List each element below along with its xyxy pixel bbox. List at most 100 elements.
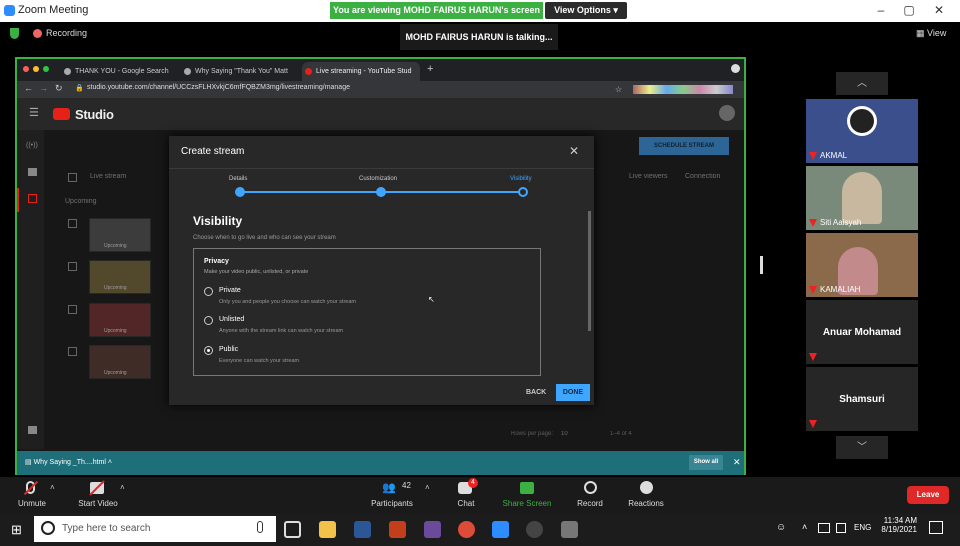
browser-tab-google[interactable]: THANK YOU - Google Search — [61, 62, 177, 81]
stream-thumbnail[interactable]: Upcoming — [89, 345, 151, 379]
radio-unlisted[interactable] — [204, 316, 213, 325]
forward-arrow-icon[interactable]: → — [39, 83, 48, 93]
url-field[interactable]: studio.youtube.com/channel/UCCzsFLHXvkjC… — [87, 84, 350, 91]
account-avatar[interactable] — [719, 105, 735, 121]
volume-icon[interactable] — [836, 523, 846, 533]
star-icon[interactable]: ☆ — [615, 85, 622, 94]
feedback-icon[interactable] — [28, 426, 37, 434]
maximize-dot-icon[interactable] — [43, 66, 49, 72]
minimize-dot-icon[interactable] — [33, 66, 39, 72]
select-all-checkbox[interactable] — [68, 173, 77, 182]
live-icon[interactable]: ((•)) — [26, 142, 38, 149]
youtube-logo-icon[interactable] — [53, 108, 70, 120]
record-button[interactable]: Record — [558, 477, 622, 513]
reactions-button[interactable]: Reactions — [614, 477, 678, 513]
google-favicon-icon — [64, 68, 71, 75]
row-checkbox[interactable] — [68, 219, 77, 228]
stream-thumbnail[interactable]: Upcoming — [89, 260, 151, 294]
participant-tile-shamsuri[interactable]: Shamsuri — [806, 367, 918, 431]
participant-tile-akmal[interactable]: AKMAL — [806, 99, 918, 163]
close-icon[interactable]: ✕ — [569, 144, 579, 158]
show-all-button[interactable]: Show all — [689, 455, 723, 470]
powerpoint-icon[interactable] — [389, 521, 406, 538]
profile-icon[interactable] — [731, 64, 740, 73]
radio-public[interactable] — [204, 346, 213, 355]
record-label: Record — [577, 499, 603, 508]
participants-button[interactable]: 👥 42 Participants — [360, 477, 424, 513]
option-public-desc: Everyone can watch your stream — [219, 358, 300, 364]
back-button[interactable]: BACK — [526, 389, 546, 396]
view-options-button[interactable]: View Options ▾ — [545, 2, 627, 19]
chevron-up-icon[interactable]: ˄ — [50, 483, 55, 492]
minimize-icon[interactable]: – — [874, 3, 888, 17]
close-icon[interactable]: ✕ — [932, 3, 946, 17]
share-screen-button[interactable]: Share Screen — [495, 477, 559, 513]
panel-resize-handle[interactable] — [760, 256, 763, 274]
app-icon[interactable] — [561, 521, 578, 538]
obs-taskbar-icon[interactable] — [526, 521, 543, 538]
calendar-icon[interactable] — [28, 194, 37, 203]
new-tab-icon[interactable]: + — [427, 63, 433, 75]
file-explorer-icon[interactable] — [319, 521, 336, 538]
done-button[interactable]: DONE — [556, 384, 590, 401]
step-visibility[interactable]: Visibility — [510, 176, 532, 182]
word-icon[interactable] — [354, 521, 371, 538]
chevron-up-icon[interactable]: ˄ — [425, 483, 430, 492]
chat-button[interactable]: 4 Chat — [434, 477, 498, 513]
security-shield-icon[interactable] — [10, 28, 19, 39]
participant-tile-anuar-mohamad[interactable]: Anuar Mohamad — [806, 300, 918, 364]
stream-thumbnail[interactable]: Upcoming — [89, 303, 151, 337]
maximize-icon[interactable]: ▢ — [902, 3, 916, 17]
browser-tab-why-saying[interactable]: Why Saying "Thank You" Matt — [181, 62, 299, 81]
youtube-favicon-icon — [305, 68, 312, 75]
app-icon[interactable] — [424, 521, 441, 538]
view-options-label: View Options — [554, 5, 611, 15]
step-details[interactable]: Details — [229, 176, 247, 182]
schedule-stream-button[interactable]: SCHEDULE STREAM — [639, 137, 729, 155]
camera-icon[interactable] — [28, 168, 37, 176]
divider — [169, 168, 594, 169]
pagination-range: 1–4 of 4 — [610, 431, 632, 437]
step-customization[interactable]: Customization — [359, 176, 397, 182]
radio-private[interactable] — [204, 287, 213, 296]
scroll-down-button[interactable]: ﹀ — [836, 436, 888, 459]
close-icon[interactable]: ✕ — [733, 457, 741, 468]
taskbar-search-box[interactable]: Type here to search — [34, 516, 276, 542]
menu-icon[interactable]: ☰ — [29, 106, 39, 119]
dialog-scrollbar[interactable] — [588, 211, 591, 331]
tray-chevron-icon[interactable]: ˄ — [802, 522, 807, 532]
microphone-icon[interactable] — [257, 521, 263, 533]
zoom-taskbar-icon[interactable] — [492, 521, 509, 538]
participant-tile-siti-aaisyah[interactable]: Siti Aaisyah — [806, 166, 918, 230]
scroll-up-button[interactable]: ︿ — [836, 72, 888, 95]
notifications-icon[interactable] — [929, 521, 943, 534]
rows-per-page-select[interactable]: 10 — [561, 431, 568, 437]
chrome-icon[interactable] — [458, 521, 475, 538]
task-view-icon[interactable] — [284, 521, 301, 538]
chevron-up-icon[interactable]: ˄ — [120, 483, 125, 492]
extensions-icons[interactable] — [633, 85, 733, 94]
close-dot-icon[interactable] — [23, 66, 29, 72]
network-icon[interactable] — [818, 523, 830, 533]
row-checkbox[interactable] — [68, 347, 77, 356]
view-button[interactable]: ▦ View — [916, 28, 946, 39]
tab-label: Live streaming - YouTube Stud — [316, 68, 412, 75]
browser-tab-youtube-studio[interactable]: Live streaming - YouTube Stud — [302, 62, 420, 81]
browser-tab-strip: THANK YOU - Google Search Why Saying "Th… — [17, 59, 744, 81]
zoom-icon — [4, 5, 15, 16]
participant-tile-kamaliah[interactable]: KAMALIAH — [806, 233, 918, 297]
reactions-icon — [640, 481, 653, 494]
row-checkbox[interactable] — [68, 262, 77, 271]
row-checkbox[interactable] — [68, 305, 77, 314]
leave-button[interactable]: Leave — [907, 486, 949, 504]
participant-name: AKMAL — [820, 151, 848, 160]
dialog-title: Create stream — [181, 146, 245, 157]
back-arrow-icon[interactable]: ← — [24, 83, 33, 93]
download-item[interactable]: ▤ Why Saying _Th....html ˄ — [25, 458, 112, 466]
people-icon[interactable]: ☺ — [776, 522, 786, 533]
windows-start-icon[interactable]: ⊞ — [11, 522, 22, 538]
reload-icon[interactable]: ↻ — [55, 83, 63, 94]
stream-thumbnail[interactable]: Upcoming — [89, 218, 151, 252]
lang-indicator[interactable]: ENG — [854, 523, 871, 532]
taskbar-clock[interactable]: 11:34 AM 8/19/2021 — [877, 516, 917, 534]
